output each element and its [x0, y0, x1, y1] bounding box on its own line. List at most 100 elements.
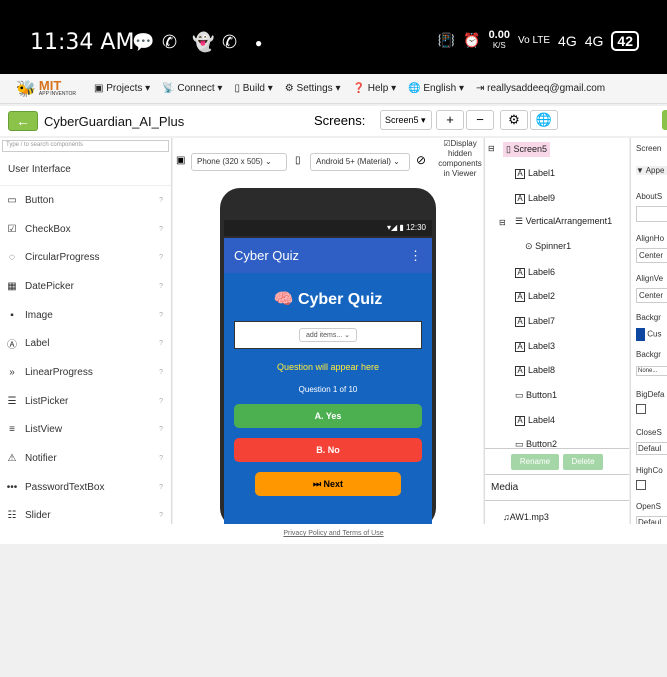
help-icon[interactable]: ?	[159, 283, 163, 290]
help-icon[interactable]: ?	[159, 426, 163, 433]
highcontrast-checkbox[interactable]	[636, 480, 646, 490]
remove-screen-button[interactable]: −	[466, 110, 494, 130]
help-icon[interactable]: ?	[159, 512, 163, 519]
openscreen-select[interactable]: Defaul	[636, 516, 667, 524]
tree-item-spinner1[interactable]: ⊙ Spinner1	[525, 241, 571, 252]
backgroundcolor-select[interactable]: Cus	[636, 328, 661, 341]
question-number-label[interactable]: Question 1 of 10	[224, 385, 432, 394]
help-icon[interactable]: ?	[159, 484, 163, 491]
menu-settings[interactable]: ⚙ Settings ▾	[285, 83, 341, 94]
tree-item-label1[interactable]: A Label1	[515, 168, 555, 179]
closescreen-select[interactable]: Defaul	[636, 442, 667, 455]
label-icon: A	[515, 416, 525, 426]
collapse-icon[interactable]: ⊟	[488, 144, 495, 153]
menu-account[interactable]: ⇥ reallysaddeeq@gmail.com	[476, 83, 605, 94]
blocks-icon[interactable]: ⚙	[500, 110, 528, 130]
category-user-interface[interactable]: User Interface	[0, 154, 171, 186]
palette-item-circularprogress[interactable]: ◌ CircularProgress?	[0, 243, 171, 272]
palette-item-listview[interactable]: ≡ ListView?	[0, 416, 171, 445]
menu-language[interactable]: 🌐 English ▾	[408, 83, 464, 94]
spinner-select[interactable]: add items... ⌄	[299, 328, 357, 342]
back-button[interactable]: ←	[8, 111, 38, 131]
help-icon[interactable]: ?	[159, 197, 163, 204]
globe-icon[interactable]: 🌐	[530, 110, 558, 130]
tree-item-label9[interactable]: A Label9	[515, 193, 555, 204]
signal-2: 4G	[584, 32, 604, 49]
tree-item-label3[interactable]: A Label3	[515, 341, 555, 352]
prop-aboutscreen: AboutS	[636, 192, 663, 201]
aboutscreen-input[interactable]	[636, 206, 667, 222]
help-icon[interactable]: ?	[159, 455, 163, 462]
palette-item-linearprogress[interactable]: » LinearProgress?	[0, 358, 171, 387]
prop-openscreenanimation: OpenS	[636, 502, 661, 511]
add-screen-button[interactable]: +	[436, 110, 464, 130]
menu-connect[interactable]: 📡 Connect ▾	[162, 83, 222, 94]
label-icon: A	[515, 342, 525, 352]
prop-screen: Screen	[636, 144, 662, 153]
help-icon[interactable]: ?	[159, 369, 163, 376]
logo-text: MIT	[38, 78, 62, 93]
tree-item-label7[interactable]: A Label7	[515, 316, 555, 327]
tree-item-label6[interactable]: A Label6	[515, 267, 555, 278]
quiz-title-label[interactable]: 🧠 Cyber Quiz	[224, 289, 432, 309]
theme-select[interactable]: Android 5+ (Material) ⌄	[310, 153, 410, 171]
palette-item-slider[interactable]: ☷ Slider?	[0, 502, 171, 524]
help-icon[interactable]: ?	[159, 226, 163, 233]
more-icon[interactable]: ⋮	[409, 248, 422, 264]
spinner-container[interactable]: add items... ⌄	[234, 321, 422, 349]
menu-help[interactable]: ❓ Help ▾	[353, 83, 397, 94]
tree-item-button1[interactable]: ▭ Button1	[515, 390, 557, 401]
media-file[interactable]: ♫AW1.mp3	[503, 512, 549, 522]
dot-icon: ●	[255, 36, 263, 50]
password-icon: •••	[6, 481, 18, 493]
help-icon[interactable]: ?	[159, 254, 163, 261]
tree-item-verticalarrangement1[interactable]: ☰ VerticalArrangement1	[515, 216, 612, 227]
palette-item-checkbox[interactable]: ☑ CheckBox?	[0, 215, 171, 244]
delete-button[interactable]: Delete	[563, 454, 603, 470]
divider	[485, 500, 629, 501]
tree-item-label4[interactable]: A Label4	[515, 415, 555, 426]
mit-logo[interactable]: 🐝 MIT APP INVENTOR	[16, 79, 76, 99]
palette-item-datepicker[interactable]: ▦ DatePicker?	[0, 272, 171, 301]
divider	[485, 448, 629, 449]
checkbox-icon: ☑	[7, 223, 17, 235]
tree-item-button2[interactable]: ▭ Button2	[515, 439, 557, 447]
prop-appearance-group[interactable]: ▼ Appe	[636, 166, 667, 175]
component-search-input[interactable]: Type / to search components	[2, 140, 169, 152]
palette-item-label[interactable]: Ⓐ Label?	[0, 329, 171, 358]
menu-build[interactable]: ▯ Build ▾	[234, 83, 272, 94]
palette-item-button[interactable]: ▭ Button?	[0, 186, 171, 215]
device-size-select[interactable]: Phone (320 x 505) ⌄	[191, 153, 287, 171]
collapse-icon[interactable]: ⊟	[499, 218, 506, 227]
privacy-policy-link[interactable]: Privacy Policy and Terms of Use	[0, 524, 667, 544]
question-label[interactable]: Question will appear here	[224, 362, 432, 372]
bigdefaulttext-checkbox[interactable]	[636, 404, 646, 414]
tree-item-label2[interactable]: A Label2	[515, 291, 555, 302]
alignhorizontal-select[interactable]: Center	[636, 248, 667, 263]
palette-item-listpicker[interactable]: ☰ ListPicker?	[0, 387, 171, 416]
slider-icon: ☷	[7, 510, 17, 522]
listview-icon: ≡	[9, 424, 15, 436]
menu-projects[interactable]: ▣ Projects ▾	[94, 83, 150, 94]
palette-item-image[interactable]: ▪ Image?	[0, 301, 171, 330]
answer-b-button[interactable]: B. No	[234, 438, 422, 462]
app-inventor-menubar: 🐝 MIT APP INVENTOR ▣ Projects ▾ 📡 Connect…	[0, 74, 667, 104]
rename-button[interactable]: Rename	[511, 454, 559, 470]
palette-item-passwordtextbox[interactable]: ••• PasswordTextBox?	[0, 473, 171, 502]
help-icon[interactable]: ?	[159, 398, 163, 405]
screen-select[interactable]: Screen5 ▾	[380, 110, 432, 130]
designer-button[interactable]	[662, 110, 667, 130]
answer-a-button[interactable]: A. Yes	[234, 404, 422, 428]
alignvertical-select[interactable]: Center	[636, 288, 667, 303]
display-hidden-checkbox[interactable]: ☑Display hidden components in Viewer	[437, 139, 483, 179]
prop-alignhorizontal: AlignHo	[636, 234, 665, 243]
help-icon[interactable]: ?	[159, 340, 163, 347]
tree-item-screen5[interactable]: ▯ Screen5	[503, 142, 550, 157]
button-icon: ▭	[515, 439, 524, 447]
backgroundimage-select[interactable]: None...	[636, 366, 667, 376]
prop-closescreenanimation: CloseS	[636, 428, 662, 437]
help-icon[interactable]: ?	[159, 312, 163, 319]
tree-item-label8[interactable]: A Label8	[515, 365, 555, 376]
next-button[interactable]: ⏭ Next	[255, 472, 401, 496]
palette-item-notifier[interactable]: ⚠ Notifier?	[0, 444, 171, 473]
